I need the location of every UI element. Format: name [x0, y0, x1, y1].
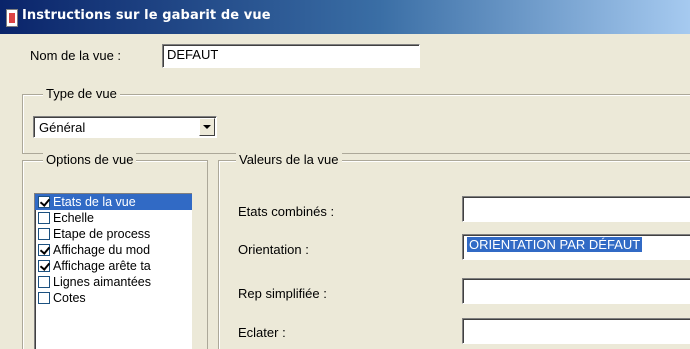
view-type-select[interactable]: Général	[33, 116, 217, 138]
view-name-value: DEFAUT	[167, 47, 219, 62]
simplified-rep-label: Rep simplifiée :	[238, 286, 327, 301]
checkbox-checked-icon[interactable]	[38, 196, 50, 208]
list-item[interactable]: Affichage arête ta	[35, 258, 192, 274]
list-item[interactable]: Etats de la vue	[35, 194, 192, 210]
orientation-field[interactable]: ORIENTATION PAR DÉFAUT	[462, 234, 690, 260]
explode-label: Eclater :	[238, 325, 286, 340]
list-item[interactable]: Cotes	[35, 290, 192, 306]
title-bar[interactable]: Instructions sur le gabarit de vue	[0, 0, 690, 34]
view-options-group-title: Options de vue	[43, 152, 137, 167]
view-options-list[interactable]: Etats de la vue Echelle Etape de process…	[34, 193, 192, 349]
combined-states-field[interactable]	[462, 196, 690, 222]
checkbox-icon[interactable]	[38, 228, 50, 240]
orientation-value: ORIENTATION PAR DÉFAUT	[467, 237, 643, 252]
checkbox-icon[interactable]	[38, 276, 50, 288]
list-item[interactable]: Affichage du mod	[35, 242, 192, 258]
checkbox-icon[interactable]	[38, 292, 50, 304]
checkbox-checked-icon[interactable]	[38, 260, 50, 272]
orientation-label: Orientation :	[238, 242, 309, 257]
app-icon	[6, 9, 18, 27]
dropdown-arrow-icon[interactable]	[199, 118, 215, 136]
window-title: Instructions sur le gabarit de vue	[22, 8, 271, 23]
view-type-selected: Général	[39, 120, 86, 135]
list-item[interactable]: Etape de process	[35, 226, 192, 242]
checkbox-checked-icon[interactable]	[38, 244, 50, 256]
view-values-group-title: Valeurs de la vue	[236, 152, 342, 167]
view-name-label: Nom de la vue :	[30, 48, 122, 63]
view-name-input[interactable]: DEFAUT	[162, 44, 420, 68]
checkbox-icon[interactable]	[38, 212, 50, 224]
combined-states-label: Etats combinés :	[238, 204, 335, 219]
view-type-group-title: Type de vue	[43, 86, 120, 101]
simplified-rep-field[interactable]	[462, 278, 690, 304]
list-item[interactable]: Lignes aimantées	[35, 274, 192, 290]
explode-field[interactable]	[462, 318, 690, 344]
list-item[interactable]: Echelle	[35, 210, 192, 226]
